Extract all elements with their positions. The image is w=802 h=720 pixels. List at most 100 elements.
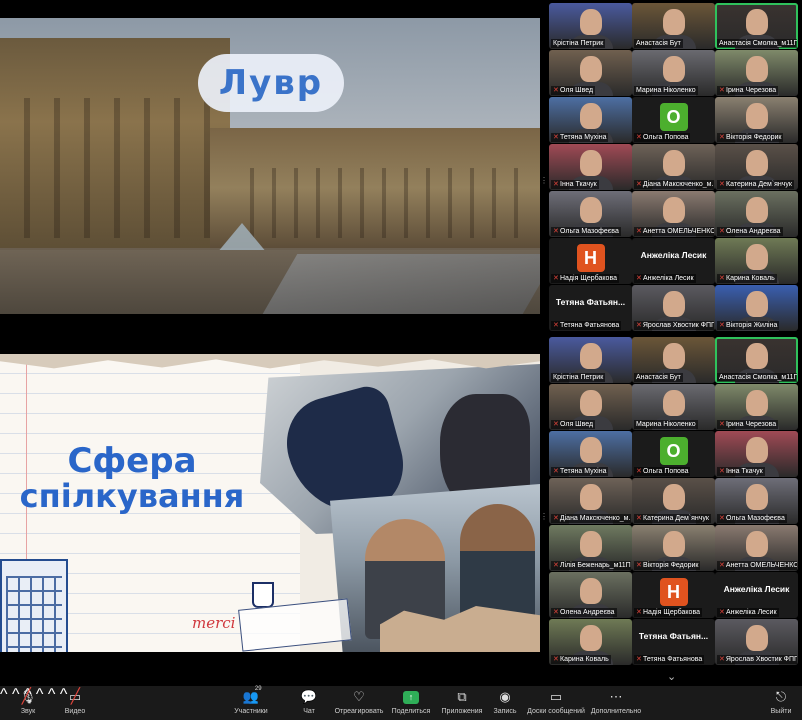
participant-video xyxy=(745,244,768,270)
participant-tile[interactable]: Марина Ніколенко xyxy=(632,384,715,430)
participant-tile[interactable]: ✕ Ірина Черезова xyxy=(715,384,798,430)
participant-video xyxy=(579,437,602,463)
shared-slide-louvre: Лувр xyxy=(0,18,540,314)
participant-tile[interactable]: Анастасія Смолка_м11ПО xyxy=(715,337,798,383)
mic-muted-icon: ✕ xyxy=(719,321,725,329)
video-button[interactable]: ▭ ╱ Видео xyxy=(60,688,90,719)
participant-tile[interactable]: ✕ Діана Максюченко_м... xyxy=(632,144,715,190)
participant-tile[interactable]: Анастасія Смолка_м11ПО xyxy=(715,3,798,49)
participant-name: ✕ Ольга Мазофеєва xyxy=(717,514,787,523)
participant-video xyxy=(579,197,602,223)
chat-button[interactable]: 💬 Чат xyxy=(298,689,320,719)
whiteboards-button[interactable]: ▭ Доски сообщений xyxy=(527,689,585,719)
participant-tile[interactable]: ✕ Олена Андреєва xyxy=(715,191,798,237)
apps-icon: ⧉ xyxy=(457,689,467,704)
participant-tile[interactable]: ✕ Катерина Дем`янчук xyxy=(632,478,715,524)
participant-tile[interactable]: Н ✕ Надія Щербакова xyxy=(632,572,715,618)
participant-tile[interactable]: Анжеліка Лесик ✕ Анжеліка Лесик xyxy=(632,238,715,284)
participant-tile[interactable]: ✕ Ольга Мазофеєва xyxy=(715,478,798,524)
participant-tile[interactable]: ✕ Анетта ОМЕЛЬЧЕНКО xyxy=(715,525,798,571)
mic-muted-icon: ✕ xyxy=(553,514,559,522)
participant-tile[interactable]: Тетяна Фатьян... ✕ Тетяна Фатьянова xyxy=(632,619,715,665)
participant-name: ✕ Вікторія Федорик xyxy=(717,133,784,142)
mic-muted-icon: ✕ xyxy=(553,274,559,282)
participant-tile[interactable]: Марина Ніколенко xyxy=(632,50,715,96)
mic-muted-icon: ✕ xyxy=(719,420,725,428)
audio-options-caret[interactable]: ^ xyxy=(0,686,8,703)
participants-button[interactable]: 👥 29 Участники xyxy=(232,686,270,719)
participant-tile[interactable]: ✕ Інна Ткачук xyxy=(715,431,798,477)
mic-muted-icon: 🎙 ╱ xyxy=(19,688,37,705)
participant-tile[interactable]: ✕ Вікторія Федорик xyxy=(632,525,715,571)
mic-muted-icon: ✕ xyxy=(553,655,559,663)
participant-name: ✕ Діана Максюченко_м... xyxy=(551,514,631,523)
participant-name: ✕ Ірина Черезова xyxy=(717,420,779,429)
participant-tile[interactable]: ✕Ярослав Хвостик ФПП... xyxy=(632,285,715,331)
participant-tile[interactable]: ✕ Тетяна Мухіна xyxy=(549,97,632,143)
leave-icon: ⎋ xyxy=(775,689,787,704)
participant-tile[interactable]: О ✕ Ольга Попова xyxy=(632,97,715,143)
whiteboard-icon: ▭ xyxy=(549,689,563,704)
participant-tile[interactable]: ✕ Діана Максюченко_м... xyxy=(549,478,632,524)
chevron-down-icon[interactable]: ⌄ xyxy=(667,670,676,683)
participant-name: ✕ Катерина Дем`янчук xyxy=(717,180,794,189)
participant-tile[interactable]: ✕ Ольга Мазофеєва xyxy=(549,191,632,237)
participant-name: ✕ Вікторія Жиліна xyxy=(717,321,780,330)
participant-tile[interactable]: ✕ Ірина Черезова xyxy=(715,50,798,96)
participant-tile[interactable]: Крістіна Петрик xyxy=(549,3,632,49)
participant-video xyxy=(579,390,602,416)
participant-tile[interactable]: ✕ Лілія Беженарь_м11П... xyxy=(549,525,632,571)
mic-muted-icon: ✕ xyxy=(719,561,725,569)
record-button[interactable]: ◉ Запись xyxy=(492,689,518,719)
audio-button[interactable]: 🎙 ╱ Звук xyxy=(14,688,42,719)
mic-muted-icon: ✕ xyxy=(719,514,725,522)
participant-video xyxy=(579,531,602,557)
participant-tile[interactable]: ✕ Карина Коваль xyxy=(715,238,798,284)
participant-name: ✕Ярослав Хвостик ФПП... xyxy=(634,321,714,330)
participant-name: ✕ Інна Ткачук xyxy=(551,180,599,189)
react-options-caret[interactable]: ^ xyxy=(48,686,56,703)
participant-tile[interactable]: ✕ Олена Андреєва xyxy=(549,572,632,618)
participant-tile[interactable]: ✕ Оля Швед xyxy=(549,50,632,96)
shared-slide-communication: merci Сфера спілкування xyxy=(0,354,540,652)
participant-tile[interactable]: О ✕ Ольга Попова xyxy=(632,431,715,477)
participant-tile[interactable]: ✕Ярослав Хвостик ФПП... xyxy=(715,619,798,665)
participant-display-name: Анжеліка Лесик xyxy=(723,584,790,594)
mic-muted-icon: ✕ xyxy=(636,608,642,616)
participant-tile[interactable]: ✕ Катерина Дем`янчук xyxy=(715,144,798,190)
more-button[interactable]: ⋯ Дополнительно xyxy=(591,689,641,719)
participant-video xyxy=(745,625,768,651)
participant-tile[interactable]: ✕ Анетта ОМЕЛЬЧЕНКО xyxy=(632,191,715,237)
participant-name: ✕ Ольга Мазофеєва xyxy=(551,227,621,236)
mic-muted-icon: ✕ xyxy=(719,274,725,282)
participant-tile[interactable]: ✕ Вікторія Жиліна xyxy=(715,285,798,331)
avatar: О xyxy=(659,437,688,465)
participant-tile[interactable]: Анастасія Бут xyxy=(632,337,715,383)
participant-tile[interactable]: ✕ Тетяна Мухіна xyxy=(549,431,632,477)
participant-tile[interactable]: Тетяна Фатьян... ✕ Тетяна Фатьянова xyxy=(549,285,632,331)
participant-tile[interactable]: ✕ Оля Швед xyxy=(549,384,632,430)
participant-tile[interactable]: Анжеліка Лесик ✕ Анжеліка Лесик xyxy=(715,572,798,618)
react-button[interactable]: ♡ Отреагировать xyxy=(335,689,384,719)
apps-button[interactable]: ⧉ Приложения xyxy=(442,689,483,719)
leave-button[interactable]: ⎋ Выйти xyxy=(768,689,794,719)
mic-muted-icon: ✕ xyxy=(719,133,725,141)
mic-muted-icon: ✕ xyxy=(553,561,559,569)
participant-tile[interactable]: ✕ Вікторія Федорик xyxy=(715,97,798,143)
participant-tile[interactable]: Крістіна Петрик xyxy=(549,337,632,383)
participant-tile[interactable]: ✕ Інна Ткачук xyxy=(549,144,632,190)
mic-muted-icon: ✕ xyxy=(719,655,725,663)
participant-tile[interactable]: Анастасія Бут xyxy=(632,3,715,49)
participant-name: Марина Ніколенко xyxy=(634,86,698,95)
participant-tile[interactable]: ✕ Карина Коваль xyxy=(549,619,632,665)
mic-muted-icon: ✕ xyxy=(636,467,642,475)
participant-tile[interactable]: Н ✕ Надія Щербакова xyxy=(549,238,632,284)
participants-icon: 👥 29 xyxy=(242,686,262,704)
participant-name: ✕ Вікторія Федорик xyxy=(634,561,701,570)
participant-name: ✕ Катерина Дем`янчук xyxy=(634,514,711,523)
participant-video xyxy=(745,531,768,557)
share-screen-button[interactable]: ↑ Поделиться xyxy=(392,689,430,719)
participant-gallery-bottom: Крістіна Петрик Анастасія Бут Анастасія См… xyxy=(545,337,800,667)
participant-video xyxy=(662,531,685,557)
mic-muted-icon: ✕ xyxy=(553,608,559,616)
